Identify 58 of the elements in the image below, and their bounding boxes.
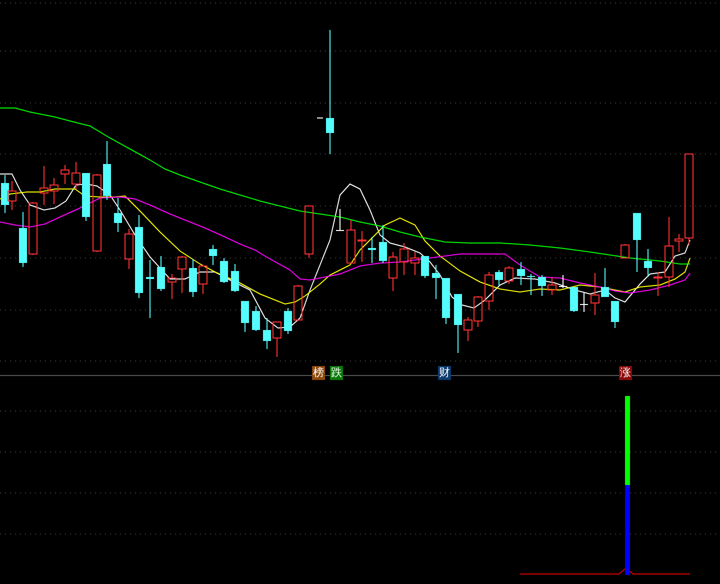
candlestick — [580, 292, 588, 312]
candlestick — [442, 278, 450, 324]
candlestick — [421, 256, 429, 278]
candlestick — [209, 244, 217, 266]
candlestick — [454, 294, 462, 354]
candlestick — [559, 274, 567, 288]
candlestick — [60, 164, 70, 184]
candlestick — [241, 300, 249, 332]
candlestick — [410, 252, 420, 276]
candlestick — [527, 274, 535, 296]
candlestick — [8, 180, 16, 210]
candlestick — [28, 202, 38, 256]
candlestick — [82, 172, 90, 222]
candlestick — [633, 212, 641, 272]
candlestick — [294, 284, 302, 322]
candlestick — [272, 322, 282, 358]
candlestick — [620, 244, 630, 258]
chart-marker: 榜 — [312, 366, 325, 380]
candlestick — [388, 252, 398, 292]
candlestick — [146, 260, 154, 318]
candlestick — [474, 296, 482, 328]
candlestick — [263, 318, 271, 350]
candlestick — [231, 264, 239, 292]
candlestick — [495, 270, 503, 286]
candlestick — [548, 276, 556, 296]
candlestick — [284, 308, 292, 334]
candlestick — [504, 266, 514, 284]
candlestick — [379, 224, 387, 264]
candlestick — [304, 206, 314, 258]
candlestick — [189, 258, 197, 298]
candlestick — [601, 268, 609, 298]
chart-marker: 涨 — [619, 366, 632, 380]
candlestick — [157, 256, 165, 292]
candlestick — [103, 140, 111, 200]
candlestick — [220, 258, 228, 284]
candlestick — [644, 248, 652, 278]
chart-marker: 跌 — [330, 366, 343, 380]
candlestick — [432, 264, 440, 300]
candlestick — [484, 272, 494, 310]
candlestick — [198, 264, 208, 294]
candlestick — [538, 274, 546, 296]
candlestick — [400, 242, 408, 276]
candlestick — [368, 236, 376, 264]
candlestick — [464, 316, 472, 342]
candlestick — [124, 228, 134, 270]
candlestick — [358, 230, 366, 262]
candlestick — [252, 306, 260, 332]
candlestick — [517, 262, 525, 286]
candlestick — [114, 198, 122, 232]
candlestick — [570, 286, 578, 312]
candlestick — [19, 212, 27, 268]
candlestick — [346, 220, 356, 264]
candlestick — [654, 272, 662, 296]
candlestick — [336, 208, 344, 232]
chart-marker: 财 — [438, 366, 451, 380]
candlestick — [72, 162, 80, 190]
candlestick — [611, 300, 619, 328]
candlestick — [590, 272, 600, 316]
